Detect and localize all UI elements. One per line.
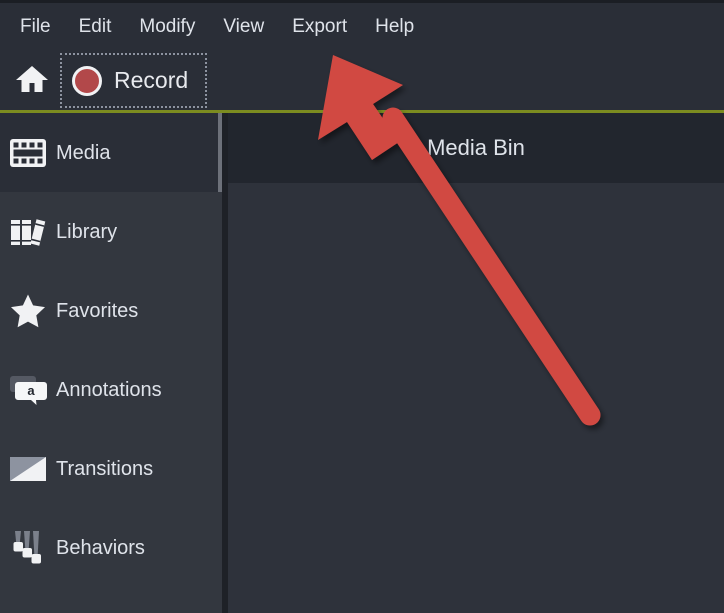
diagonal-split-icon [0,456,56,482]
svg-text:a: a [27,383,35,398]
sidebar-item-label-annotations: Annotations [56,380,162,400]
record-button-label: Record [114,69,188,92]
media-bin-content[interactable] [228,183,724,613]
sidebar-item-media[interactable]: Media [0,113,222,192]
sidebar-item-behaviors[interactable]: Behaviors [0,508,222,587]
menu-export[interactable]: Export [278,11,361,42]
film-strip-icon [0,138,56,168]
sidebar-item-favorites[interactable]: Favorites [0,271,222,350]
sidebar-item-label-favorites: Favorites [56,301,138,321]
menu-file[interactable]: File [6,11,65,42]
timecraft-editor-window: File Edit Modify View Export Help Record [0,0,724,613]
menu-edit[interactable]: Edit [65,11,126,42]
menu-modify[interactable]: Modify [125,11,209,42]
home-button[interactable] [8,50,56,112]
record-button[interactable]: Record [60,53,207,108]
sidebar-item-label-media: Media [56,143,110,163]
sidebar-item-label-transitions: Transitions [56,459,153,479]
home-icon [15,64,49,99]
menu-bar: File Edit Modify View Export Help [0,3,724,50]
media-bin-header: Media Bin [228,113,724,183]
books-icon [0,216,56,248]
sidebar: Media Library [0,113,222,613]
media-bin-title: Media Bin [427,137,525,159]
star-icon [0,293,56,328]
media-bin-panel: Media Bin [228,113,724,613]
sidebar-item-label-library: Library [56,222,117,242]
menu-help[interactable]: Help [361,11,428,42]
sidebar-item-library[interactable]: Library [0,192,222,271]
motion-trails-icon [0,529,56,567]
sidebar-item-annotations[interactable]: a Annotations [0,350,222,429]
record-circle-icon [72,66,102,96]
sidebar-item-label-behaviors: Behaviors [56,538,145,558]
sidebar-item-transitions[interactable]: Transitions [0,429,222,508]
speech-bubble-a-icon: a [0,373,56,407]
menu-view[interactable]: View [209,11,278,42]
